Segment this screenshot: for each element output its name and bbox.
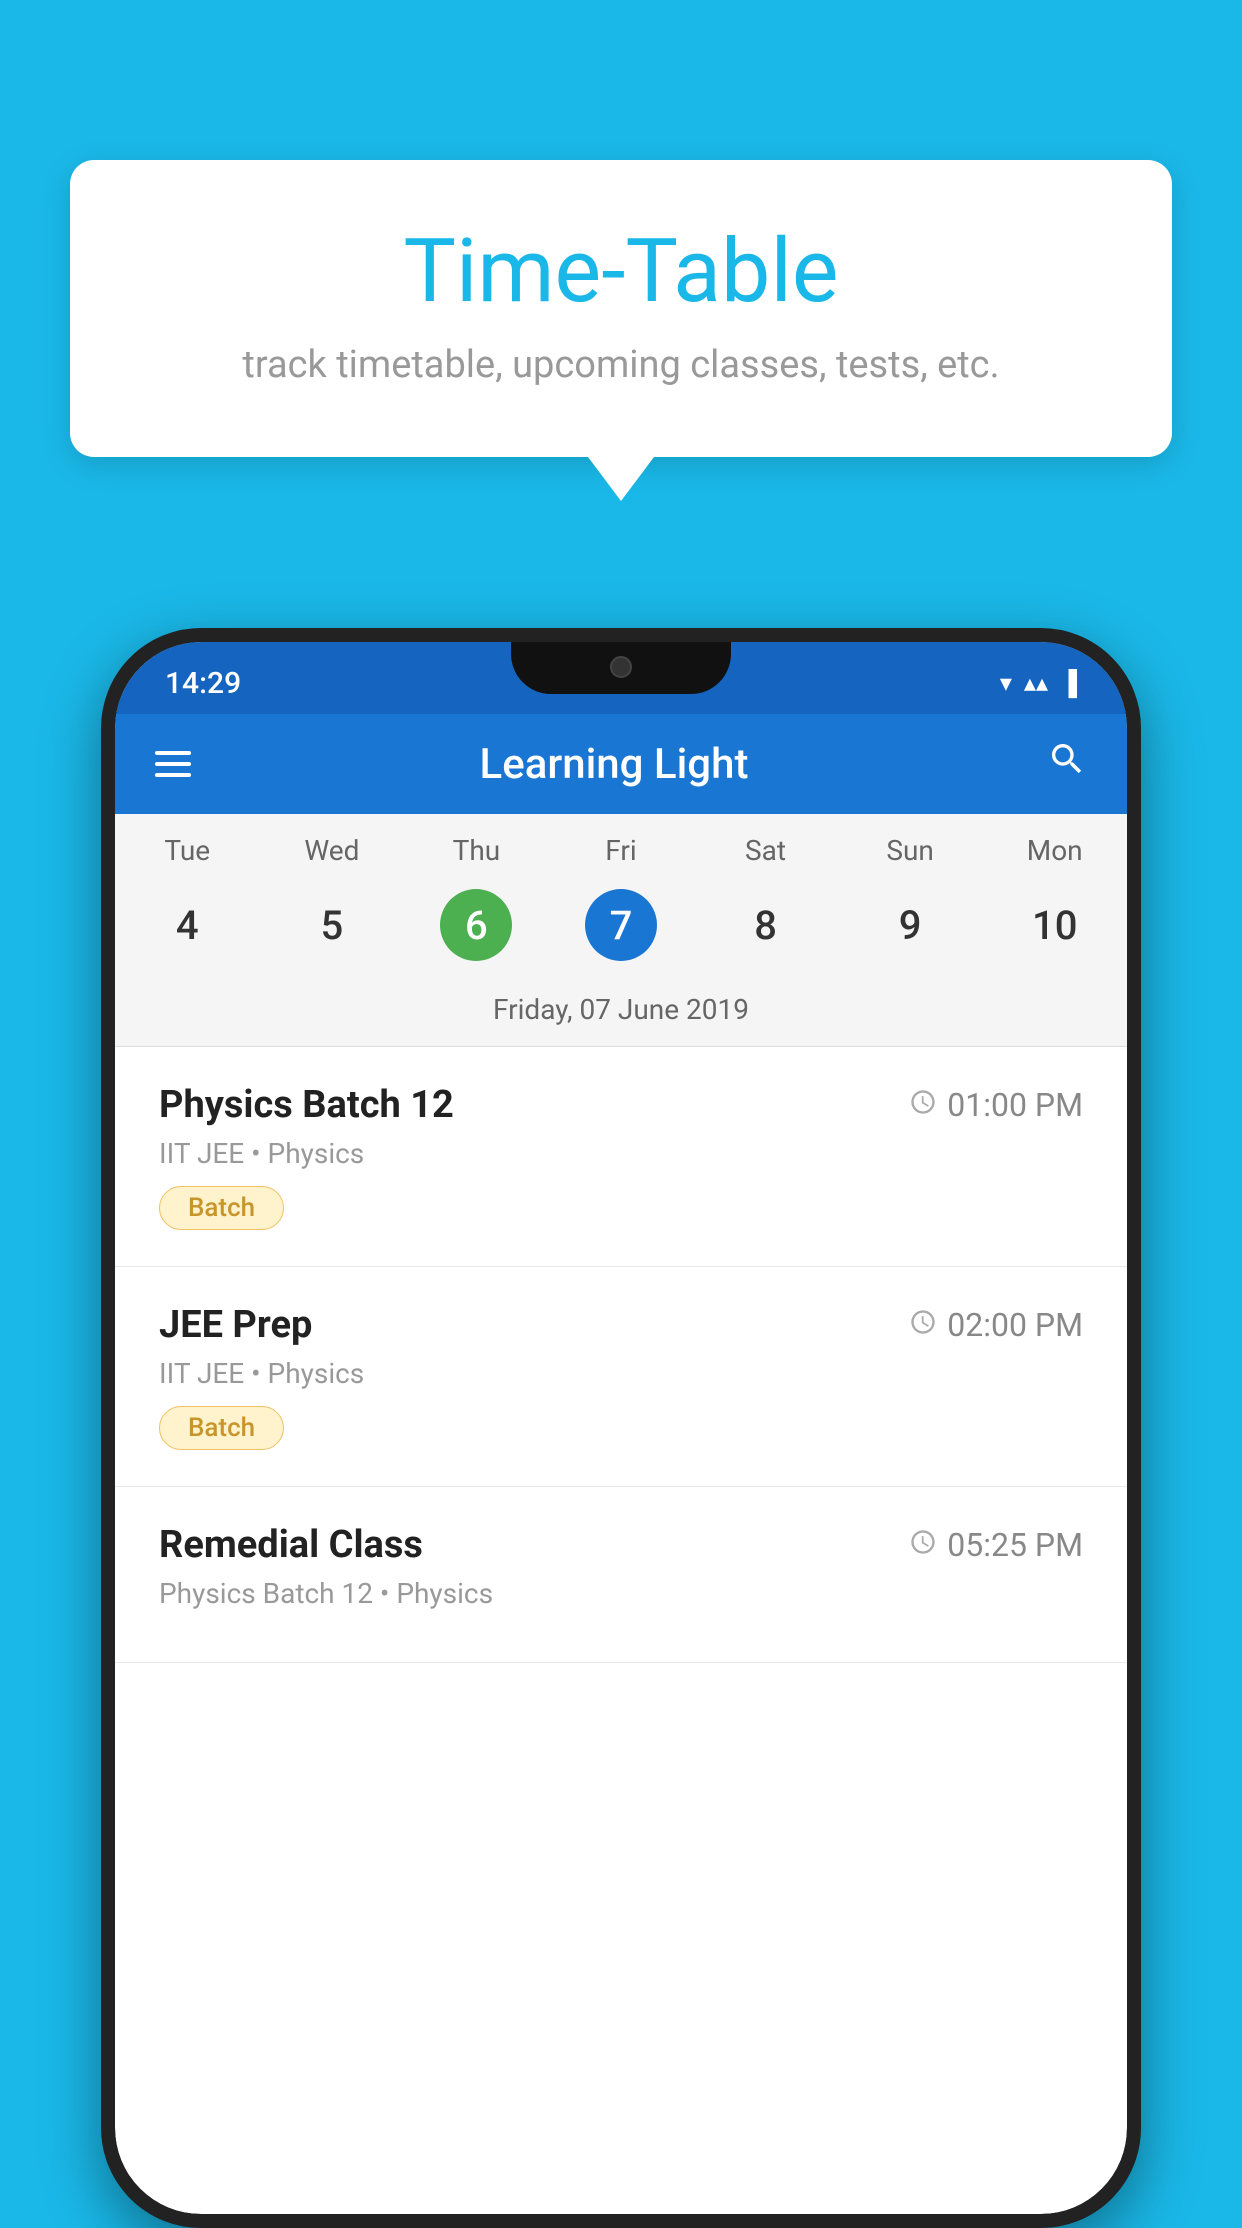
day-header: Thu <box>404 834 549 867</box>
phone-screen: 14:29 ▾ ▴▴ ▐ Learning Light <box>115 642 1127 2214</box>
date-label: Friday, 07 June 2019 <box>115 983 1127 1047</box>
schedule-time: 02:00 PM <box>909 1306 1083 1344</box>
schedule-subtitle: IIT JEE • Physics <box>159 1357 1083 1390</box>
schedule-time-text: 01:00 PM <box>947 1086 1083 1124</box>
menu-icon[interactable] <box>155 751 191 777</box>
search-icon[interactable] <box>1047 739 1087 789</box>
screen-content: 14:29 ▾ ▴▴ ▐ Learning Light <box>115 642 1127 2214</box>
clock-icon <box>909 1086 937 1124</box>
tooltip-subtitle: track timetable, upcoming classes, tests… <box>120 343 1122 387</box>
app-bar: Learning Light <box>115 714 1127 814</box>
clock-icon <box>909 1526 937 1564</box>
schedule-title: Physics Batch 12 <box>159 1083 454 1127</box>
day-headers: TueWedThuFriSatSunMon <box>115 814 1127 877</box>
schedule-subtitle: IIT JEE • Physics <box>159 1137 1083 1170</box>
day-numbers: 4 5 6 7 8 9 10 <box>115 877 1127 983</box>
day-number[interactable]: 8 <box>754 887 777 963</box>
schedule-item[interactable]: JEE Prep 02:00 PM IIT JEE • Physics Batch <box>115 1267 1127 1487</box>
day-header: Mon <box>982 834 1127 867</box>
day-number-cell[interactable]: 4 <box>115 887 260 963</box>
schedule-list: Physics Batch 12 01:00 PM IIT JEE • Physic… <box>115 1047 1127 1663</box>
tooltip-title: Time-Table <box>120 220 1122 323</box>
day-number-cell[interactable]: 8 <box>693 887 838 963</box>
battery-icon: ▐ <box>1060 669 1077 698</box>
schedule-item-header: Physics Batch 12 01:00 PM <box>159 1083 1083 1127</box>
schedule-title: Remedial Class <box>159 1523 423 1567</box>
day-header: Wed <box>260 834 405 867</box>
day-number-cell[interactable]: 5 <box>260 887 405 963</box>
phone-frame: 14:29 ▾ ▴▴ ▐ Learning Light <box>101 628 1141 2228</box>
schedule-time: 05:25 PM <box>909 1526 1083 1564</box>
batch-badge: Batch <box>159 1186 284 1230</box>
day-number-cell[interactable]: 7 <box>549 887 694 963</box>
day-number-cell[interactable]: 6 <box>404 887 549 963</box>
phone-camera <box>610 656 632 678</box>
day-number[interactable]: 5 <box>320 887 343 963</box>
day-header: Sun <box>838 834 983 867</box>
schedule-time: 01:00 PM <box>909 1086 1083 1124</box>
day-number[interactable]: 7 <box>585 889 657 961</box>
schedule-title: JEE Prep <box>159 1303 312 1347</box>
schedule-item[interactable]: Remedial Class 05:25 PM Physics Batch 12 •… <box>115 1487 1127 1663</box>
day-number[interactable]: 10 <box>1032 887 1077 963</box>
schedule-item-header: JEE Prep 02:00 PM <box>159 1303 1083 1347</box>
phone-notch <box>511 642 731 694</box>
day-header: Sat <box>693 834 838 867</box>
schedule-time-text: 05:25 PM <box>947 1526 1083 1564</box>
tooltip-card: Time-Table track timetable, upcoming cla… <box>70 160 1172 457</box>
day-number-cell[interactable]: 10 <box>982 887 1127 963</box>
signal-icon: ▴▴ <box>1024 669 1048 697</box>
app-title: Learning Light <box>211 740 1017 789</box>
status-icons: ▾ ▴▴ ▐ <box>1000 669 1077 698</box>
clock-icon <box>909 1306 937 1344</box>
day-number-cell[interactable]: 9 <box>838 887 983 963</box>
schedule-subtitle: Physics Batch 12 • Physics <box>159 1577 1083 1610</box>
batch-badge: Batch <box>159 1406 284 1450</box>
schedule-item[interactable]: Physics Batch 12 01:00 PM IIT JEE • Physic… <box>115 1047 1127 1267</box>
schedule-time-text: 02:00 PM <box>947 1306 1083 1344</box>
calendar-section: TueWedThuFriSatSunMon 4 5 6 7 8 9 10 Friday, 0… <box>115 814 1127 1047</box>
day-header: Tue <box>115 834 260 867</box>
day-number[interactable]: 4 <box>176 887 199 963</box>
day-header: Fri <box>549 834 694 867</box>
schedule-item-header: Remedial Class 05:25 PM <box>159 1523 1083 1567</box>
status-time: 14:29 <box>165 666 241 701</box>
day-number[interactable]: 6 <box>440 889 512 961</box>
day-number[interactable]: 9 <box>899 887 922 963</box>
wifi-icon: ▾ <box>1000 669 1012 697</box>
